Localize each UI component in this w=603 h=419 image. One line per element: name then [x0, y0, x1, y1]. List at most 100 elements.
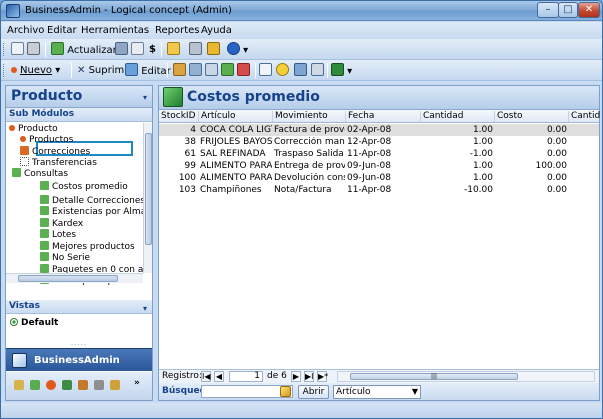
table-row[interactable]: 103 Champiñones Nota/Factura 11-Apr-08 -… [159, 184, 599, 196]
module-shortcut-icon[interactable] [94, 380, 104, 390]
tree-item-productos[interactable]: Productos [20, 135, 73, 146]
toolbar-separator [71, 63, 72, 78]
grid-view-button[interactable] [259, 63, 272, 78]
new-label: Nuevo [20, 65, 53, 76]
chart-button[interactable] [294, 63, 307, 78]
delete-button[interactable]: ✕ Suprimir [77, 63, 131, 78]
tools-button[interactable] [189, 42, 202, 57]
businessadmin-band[interactable]: BusinessAdmin [6, 348, 152, 371]
views-title: Vistas [9, 301, 40, 311]
tree-vertical-scrollbar[interactable] [143, 123, 152, 273]
filter-button[interactable] [311, 63, 324, 78]
column-header-cantidad[interactable]: Cantidad [421, 111, 495, 122]
module-shortcut-icon[interactable] [30, 380, 40, 390]
info-button[interactable]: ▾ [227, 42, 248, 57]
maximize-button[interactable]: □ [558, 2, 578, 18]
column-header-cantidad-2[interactable]: Cantid [569, 111, 600, 122]
cell-cantidad: 1.00 [472, 125, 493, 135]
record-number-input[interactable]: 1 [229, 371, 263, 382]
sort-button[interactable] [173, 63, 186, 78]
tree-label: Kardex [52, 219, 84, 229]
cell-movimiento: Corrección manual [274, 137, 345, 147]
prev-record-button[interactable]: ◀ [214, 371, 224, 382]
tree-item-producto[interactable]: Producto [9, 124, 58, 135]
open-button[interactable]: Abrir [298, 385, 329, 399]
scroll-thumb[interactable]: ||| [350, 373, 518, 380]
module-shortcut-icon[interactable] [110, 380, 120, 390]
lock-button[interactable] [207, 42, 220, 57]
menu-ayuda[interactable]: Ayuda [201, 25, 232, 36]
last-record-button[interactable]: ▶I [304, 371, 314, 382]
table-row[interactable]: 61 SAL REFINADA Traspaso Salida 11-Apr-0… [159, 148, 599, 160]
chevron-down-icon[interactable]: ▾ [143, 302, 147, 315]
column-header-movimiento[interactable]: Movimiento [273, 111, 346, 122]
table-row[interactable]: 4 COCA COLA LIGT... Factura de prove... … [159, 124, 599, 136]
chevron-down-icon[interactable]: ▾ [143, 93, 147, 102]
cell-fecha: 09-Jun-08 [347, 173, 391, 183]
menu-editar[interactable]: Editar [47, 25, 77, 36]
module-shortcut-icon[interactable] [62, 380, 72, 390]
cell-articulo: Champiñones [200, 185, 262, 195]
module-shortcut-icon[interactable] [46, 380, 56, 390]
close-button[interactable]: ✕ [578, 2, 600, 18]
tree-horizontal-scrollbar[interactable] [6, 273, 143, 283]
tree-item-transferencias[interactable]: Transferencias [20, 157, 97, 168]
tree-item-mejores-productos[interactable]: Mejores productos [40, 241, 135, 252]
group-button[interactable] [189, 63, 202, 78]
sort-az-button[interactable] [205, 63, 218, 78]
network-button[interactable] [115, 42, 128, 57]
table-row[interactable]: 99 ALIMENTO PARA ... Entrega de prov... … [159, 160, 599, 172]
calculator-button[interactable] [131, 42, 144, 57]
reports-button[interactable] [167, 42, 180, 57]
tree-item-kardex[interactable]: Kardex [40, 218, 83, 229]
record-count: de 6 [267, 371, 287, 381]
refresh-button[interactable]: Actualizar [51, 42, 117, 57]
next-record-button[interactable]: ▶ [291, 371, 301, 382]
excel-button[interactable]: ▾ [331, 63, 352, 78]
view-default[interactable]: Default [10, 318, 58, 328]
tree-item-consultas[interactable]: Consultas [12, 168, 68, 179]
new-button[interactable]: Nuevo ▾ [11, 63, 60, 78]
first-record-button[interactable]: I◀ [201, 371, 211, 382]
menu-herramientas[interactable]: Herramientas [81, 25, 149, 36]
scroll-thumb[interactable] [18, 275, 118, 282]
sort-az-icon [205, 63, 218, 76]
scroll-thumb[interactable] [145, 133, 152, 245]
column-header-costo[interactable]: Costo [495, 111, 569, 122]
search-filter-icon[interactable] [280, 386, 291, 397]
tree-item-detalle-correcciones[interactable]: Detalle Correcciones [40, 195, 143, 206]
corrections-icon [20, 146, 29, 155]
module-shortcut-icon[interactable] [78, 380, 88, 390]
overflow-chevron-icon[interactable]: » [134, 378, 140, 388]
column-header-fecha[interactable]: Fecha [346, 111, 421, 122]
menu-archivo[interactable]: Archivo [7, 25, 44, 36]
lock-icon [207, 42, 220, 55]
tree-item-correcciones[interactable]: Correcciones [20, 146, 90, 157]
grid-horizontal-scrollbar[interactable]: ||| [337, 371, 595, 382]
print-button[interactable] [27, 42, 40, 57]
menu-reportes[interactable]: Reportes [155, 25, 200, 36]
table-row[interactable]: 100 ALIMENTO PARA ... Devolución cons...… [159, 172, 599, 184]
tree-item-lotes[interactable]: Lotes [40, 229, 76, 240]
column-header-articulo[interactable]: Artículo [199, 111, 273, 122]
table-row[interactable]: 38 FRIJOLES BAYOS... Corrección manual 1… [159, 136, 599, 148]
remove-filter-button[interactable] [237, 63, 250, 78]
tree-item-costos-promedio[interactable]: Costos promedio [40, 181, 128, 192]
columns-button[interactable] [221, 63, 234, 78]
dollar-button[interactable]: $ [149, 42, 156, 57]
tree-item-existencias[interactable]: Existencias por Almace [40, 206, 143, 217]
tree-item-no-serie[interactable]: No Serie [40, 252, 90, 263]
delete-icon: ✕ [77, 65, 86, 76]
tree-label: Mejores productos [52, 242, 135, 252]
minimize-button[interactable]: – [537, 2, 559, 18]
print-preview-button[interactable] [11, 42, 24, 57]
toolbar-grip[interactable] [3, 43, 6, 56]
edit-button[interactable]: Editar [125, 63, 171, 78]
new-record-button[interactable]: ▶* [317, 371, 328, 382]
toolbar-grip[interactable] [3, 64, 6, 77]
smiley-button[interactable] [276, 63, 289, 78]
column-header-stockid[interactable]: StockID [159, 111, 199, 122]
module-shortcut-icon[interactable] [14, 380, 24, 390]
search-field-select[interactable]: Artículo ▼ [333, 385, 421, 399]
cell-stockid: 4 [190, 125, 196, 135]
